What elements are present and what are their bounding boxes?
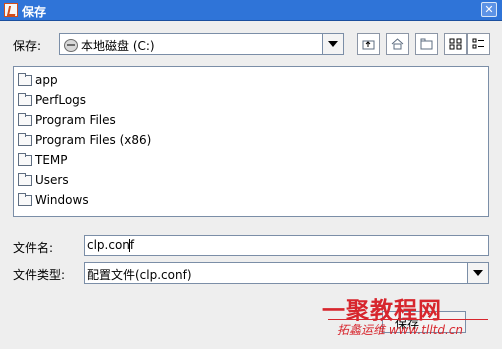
look-in-value: 本地磁盘 (C:) (81, 39, 155, 53)
folder-icon (18, 193, 32, 206)
new-folder-icon (420, 38, 433, 50)
list-item[interactable]: Program Files (18, 112, 238, 130)
chevron-down-icon[interactable] (467, 263, 488, 283)
filename-label: 文件名: (13, 241, 54, 255)
list-item[interactable]: Users (18, 172, 238, 190)
folder-icon (18, 173, 32, 186)
chevron-down-icon[interactable] (322, 34, 343, 54)
up-one-level-button[interactable] (357, 33, 380, 55)
close-button[interactable]: ✕ (481, 2, 497, 17)
folder-icon (18, 113, 32, 126)
folder-up-icon (362, 40, 375, 50)
look-in-label: 保存: (13, 39, 42, 53)
file-label: app (35, 73, 58, 87)
list-view-button[interactable] (444, 33, 467, 55)
filename-field[interactable]: clp.conf (84, 235, 489, 256)
home-button[interactable] (386, 33, 409, 55)
new-folder-button[interactable] (415, 33, 438, 55)
file-label: Windows (35, 193, 89, 207)
details-view-button[interactable] (467, 33, 490, 55)
folder-icon (18, 93, 32, 106)
drive-icon (64, 39, 78, 52)
file-label: Program Files (35, 113, 116, 127)
text-caret (129, 239, 130, 252)
file-label: PerfLogs (35, 93, 87, 107)
list-item[interactable]: PerfLogs (18, 92, 238, 110)
filetype-combo[interactable]: 配置文件(clp.conf) (84, 262, 489, 284)
list-item[interactable]: TEMP (18, 152, 238, 170)
list-item[interactable]: app (18, 72, 238, 90)
filetype-value: 配置文件(clp.conf) (87, 268, 192, 282)
file-label: TEMP (35, 153, 68, 167)
file-label: Users (35, 173, 69, 187)
folder-icon (18, 133, 32, 146)
folder-icon (18, 73, 32, 86)
save-button[interactable]: 保存 (382, 311, 466, 333)
folder-icon (18, 153, 32, 166)
file-label: Program Files (x86) (35, 133, 152, 147)
window-title: 保存 (22, 5, 47, 19)
details-view-icon (472, 38, 484, 49)
filename-value: clp.conf (87, 238, 135, 252)
list-item[interactable]: Windows (18, 192, 238, 210)
list-item[interactable]: Program Files (x86) (18, 132, 238, 150)
file-list[interactable]: app PerfLogs Program Files Program Files… (13, 66, 489, 217)
app-icon (4, 3, 18, 17)
list-view-icon (449, 38, 462, 50)
look-in-combo[interactable]: 本地磁盘 (C:) (59, 33, 344, 55)
home-icon (391, 38, 404, 50)
title-bar: 保存 ✕ (0, 0, 502, 21)
save-button-label: 保存 (395, 317, 420, 331)
filetype-label: 文件类型: (13, 268, 66, 282)
